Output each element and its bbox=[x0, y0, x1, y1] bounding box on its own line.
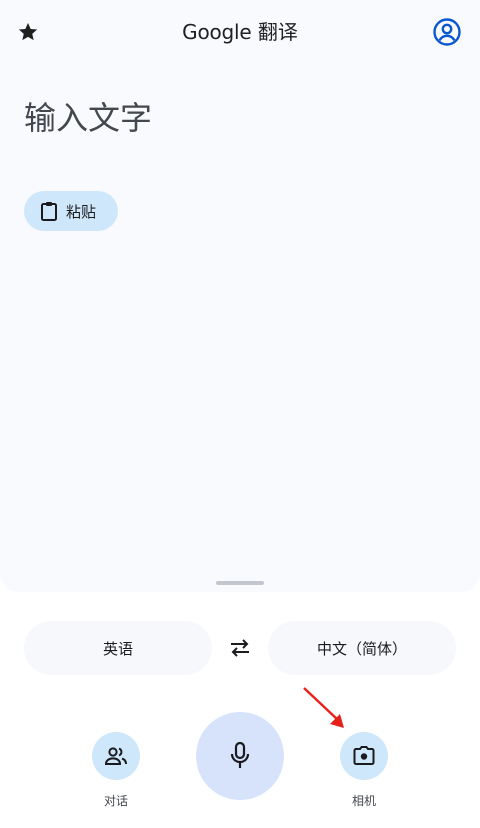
drag-handle[interactable] bbox=[216, 581, 264, 585]
voice-input-button[interactable] bbox=[196, 712, 284, 800]
input-placeholder[interactable]: 输入文字 bbox=[24, 96, 152, 140]
swap-languages-button[interactable] bbox=[222, 632, 258, 664]
app-title-suffix: 翻译 bbox=[257, 20, 298, 44]
camera-icon bbox=[353, 746, 375, 765]
swap-icon bbox=[231, 639, 249, 657]
conversation-label: 对话 bbox=[103, 794, 128, 808]
clipboard-icon bbox=[41, 202, 57, 221]
conversation-button[interactable] bbox=[92, 732, 140, 780]
account-icon bbox=[433, 18, 461, 46]
app-title-brand: Google bbox=[182, 20, 252, 44]
top-app-bar: Google 翻译 bbox=[0, 0, 480, 64]
source-language-button[interactable]: 英语 bbox=[24, 621, 212, 675]
source-language-label: 英语 bbox=[102, 639, 133, 658]
app-screen: Google 翻译 输入文字 粘贴 英语 中文（简体） 对话 相机 bbox=[0, 0, 480, 828]
input-panel[interactable] bbox=[0, 0, 480, 592]
people-icon bbox=[104, 747, 127, 765]
account-button[interactable] bbox=[430, 15, 464, 49]
app-title: Google 翻译 bbox=[0, 18, 480, 46]
camera-label: 相机 bbox=[351, 794, 376, 808]
paste-button-label: 粘贴 bbox=[66, 202, 97, 221]
mic-icon bbox=[230, 742, 250, 768]
target-language-label: 中文（简体） bbox=[316, 639, 407, 658]
paste-button[interactable]: 粘贴 bbox=[24, 191, 118, 231]
target-language-button[interactable]: 中文（简体） bbox=[268, 621, 456, 675]
camera-button[interactable] bbox=[340, 732, 388, 780]
red-arrow-annotation bbox=[303, 687, 344, 728]
